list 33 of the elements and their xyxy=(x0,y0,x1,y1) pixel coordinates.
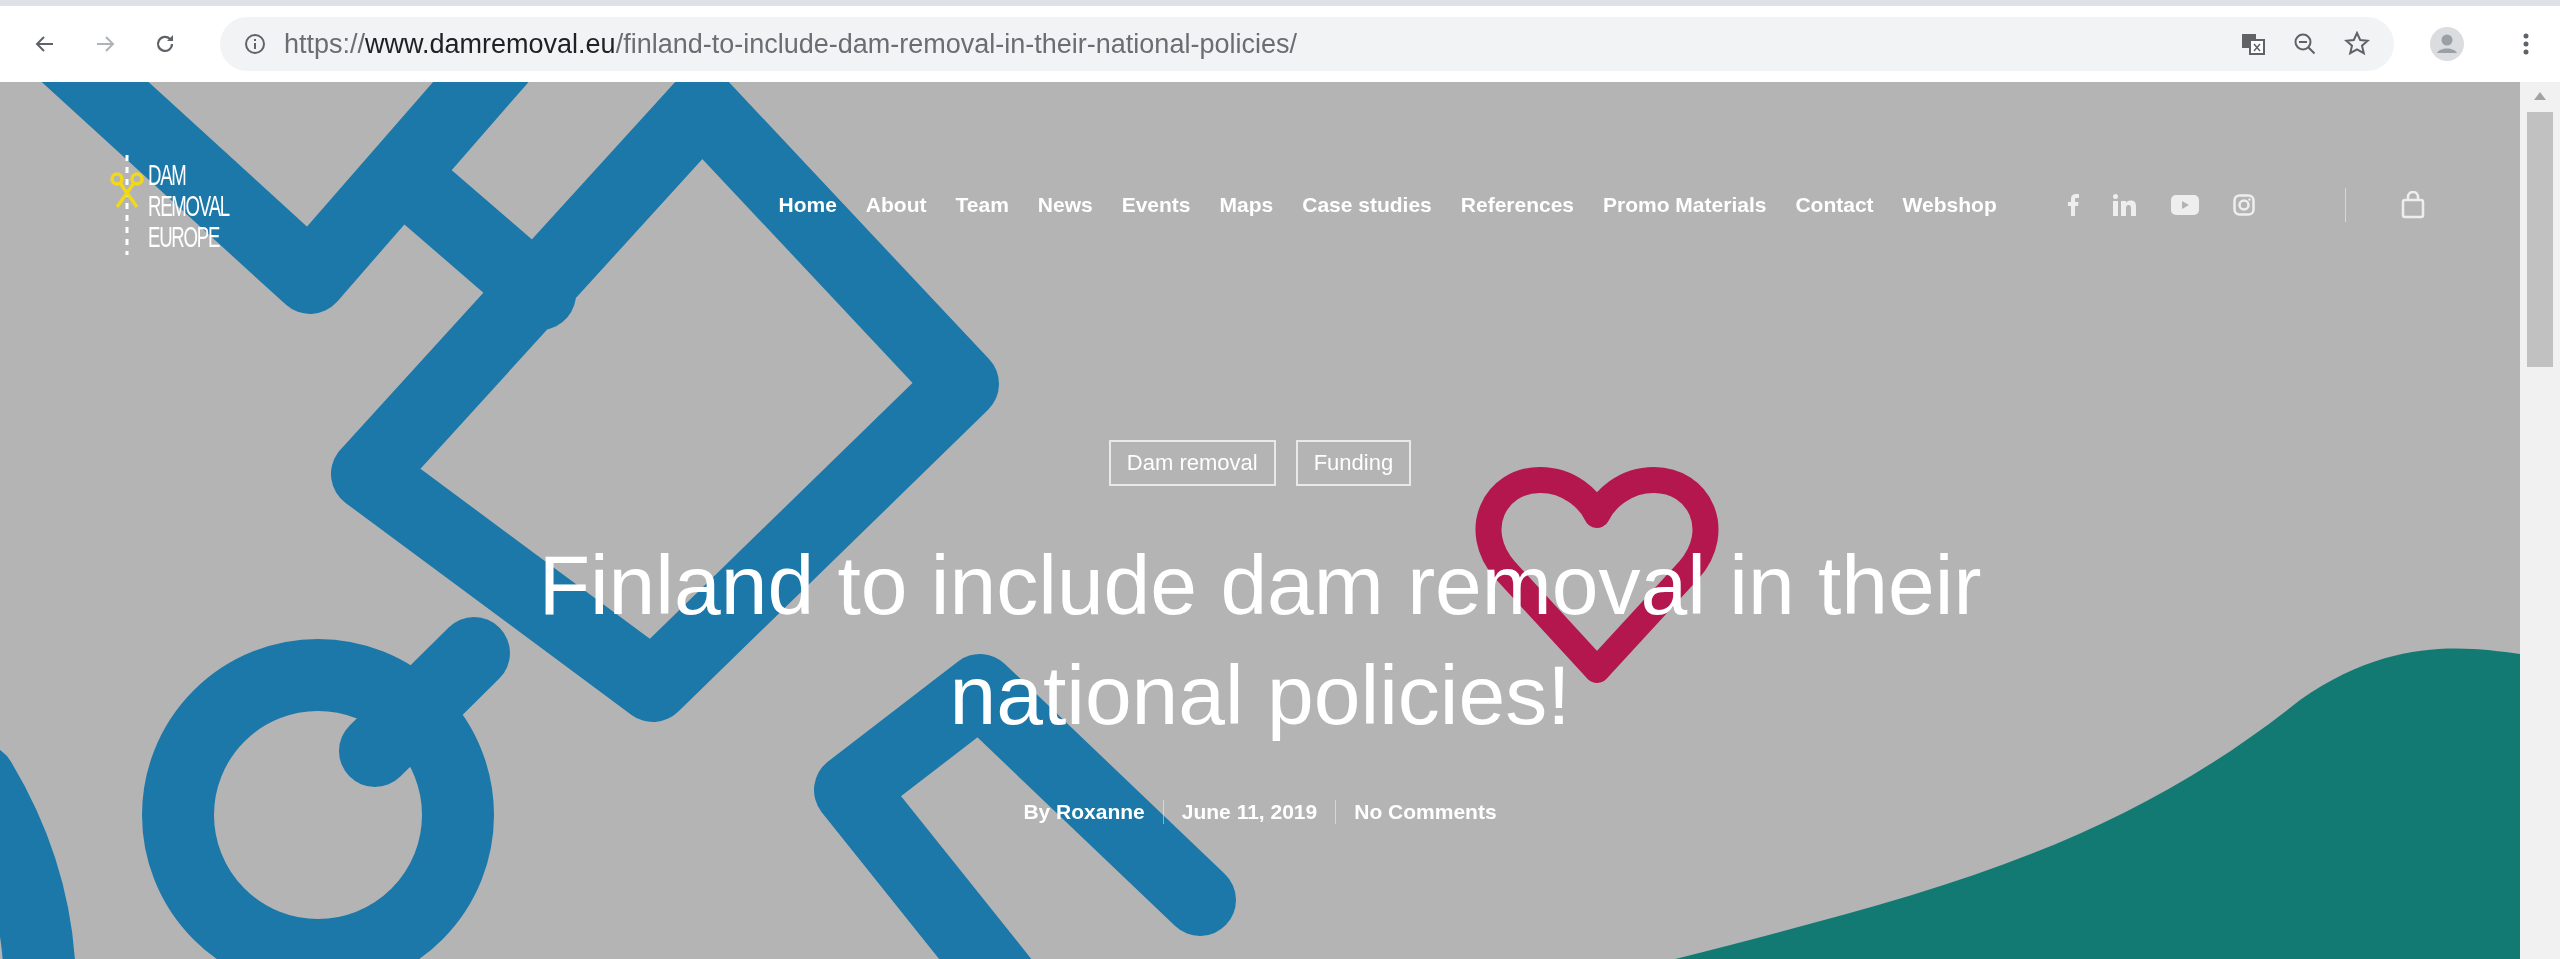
linkedin-icon[interactable] xyxy=(2112,194,2137,216)
nav-link[interactable]: Events xyxy=(1121,193,1191,217)
youtube-icon[interactable] xyxy=(2170,195,2199,215)
scrollbar-thumb[interactable] xyxy=(2527,112,2553,367)
menu-icon[interactable] xyxy=(2522,32,2530,56)
nav-link[interactable]: Contact xyxy=(1795,193,1874,217)
nav-link[interactable]: Home xyxy=(778,193,837,217)
author-link[interactable]: By Roxanne xyxy=(1023,800,1145,824)
category-tag[interactable]: Dam removal xyxy=(1108,440,1276,486)
instagram-icon[interactable] xyxy=(2232,194,2255,216)
scroll-up-arrow-icon[interactable] xyxy=(2534,92,2546,100)
nav-link[interactable]: Maps xyxy=(1219,193,1274,217)
shopping-bag-icon[interactable] xyxy=(2400,191,2425,219)
facebook-icon[interactable] xyxy=(2066,194,2079,216)
scrollbar[interactable] xyxy=(2520,82,2560,959)
logo-text: DAM xyxy=(148,158,186,190)
category-tag[interactable]: Funding xyxy=(1295,440,1412,486)
url-text: https://www.damremoval.eu/finland-to-include-dam-removal-in-their-national-policies/ xyxy=(284,28,1297,60)
address-bar[interactable]: https://www.damremoval.eu/finland-to-include-dam-removal-in-their-national-policies/ xyxy=(220,17,2394,71)
nav-link[interactable]: Team xyxy=(955,193,1009,217)
info-icon xyxy=(244,33,266,55)
nav-link[interactable]: About xyxy=(865,193,927,217)
star-icon[interactable] xyxy=(2344,31,2370,57)
post-date: June 11, 2019 xyxy=(1181,800,1318,824)
nav-link[interactable]: References xyxy=(1460,193,1575,217)
nav-link[interactable]: News xyxy=(1037,193,1093,217)
comments-link[interactable]: No Comments xyxy=(1354,800,1497,824)
nav-link[interactable]: Case studies xyxy=(1302,193,1432,217)
profile-avatar-icon[interactable] xyxy=(2430,27,2464,61)
scissors-icon xyxy=(110,155,144,255)
nav-link[interactable]: Webshop xyxy=(1902,193,1997,217)
zoom-out-icon[interactable] xyxy=(2292,31,2318,57)
nav-link[interactable]: Promo Materials xyxy=(1603,193,1767,217)
